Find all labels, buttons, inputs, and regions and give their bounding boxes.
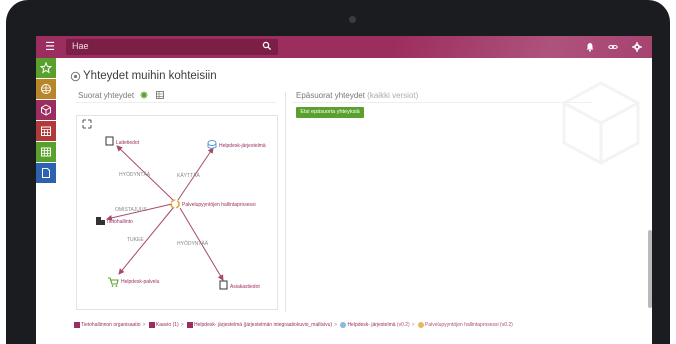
find-indirect-connections-button[interactable]: Etsi epäsuoria yhteyksiä [296,107,364,118]
list-view-icon[interactable] [156,91,164,99]
watermark-cube-icon [562,81,640,165]
graph-node[interactable]: Helpdesk-palvelu [108,277,160,287]
server-icon [41,84,51,94]
app-screen: ☰ Hae Yhteydet muihin kohteisiin Suorat … [36,36,652,344]
edge-label: HYÖDYNTÄÄ [177,240,209,247]
camera-dot [349,16,356,23]
document-icon [219,280,228,290]
top-bar: ☰ Hae [36,36,652,58]
node-label: Helpdesk-järjestelmä [219,143,266,149]
page-title: Yhteydet muihin kohteisiin [83,70,217,82]
graph-canvas: HYÖDYNTÄÄ KÄYTTÄÄ OMISTAJUUS TUKEE HYÖDY… [82,119,266,290]
document-icon [105,136,114,146]
node-label: Helpdesk-palvelu [121,279,160,285]
main-content: Yhteydet muihin kohteisiin Suorat yhteyd… [56,58,652,344]
graph-view-icon[interactable] [140,91,148,99]
database-icon [340,322,347,328]
database-icon [207,140,217,146]
link-icon[interactable] [607,41,619,53]
bell-icon[interactable] [584,41,596,53]
node-label: Laitetiedot [116,140,140,146]
breadcrumb-item[interactable]: Helpdesk- järjestelmä (v0.2) [347,322,409,328]
system-icon [187,322,193,328]
building-icon [96,217,101,225]
sidebar-item-objects[interactable] [36,100,56,120]
graph-node[interactable]: Laitetiedot [105,136,140,146]
breadcrumb-item[interactable]: Kaavio (1) [156,322,179,328]
cart-icon [108,277,119,285]
process-icon [418,322,424,328]
direct-connections-heading: Suorat yhteydet [78,91,135,100]
table-icon [41,147,51,157]
cube-icon [41,104,51,116]
search-input[interactable]: Hae [72,41,89,51]
indirect-connections-heading: Epäsuorat yhteydet (kaikki versiot) [296,91,418,100]
edge-label: HYÖDYNTÄÄ [119,171,151,178]
breadcrumb-item[interactable]: Palvelupyyntöjen hallintaprosessi (v0.2) [425,322,513,328]
graph-node[interactable]: Asiakastiedot [219,280,260,290]
search-box[interactable]: Hae [66,39,278,55]
sidebar-item-calendar[interactable] [36,121,56,141]
menu-icon[interactable]: ☰ [40,39,60,55]
column-divider [285,92,286,312]
center-node[interactable]: Palvelupyyntöjen hallintaprosessi [170,199,256,209]
breadcrumb-item[interactable]: Helpdesk- järjestelmä (järjestelmän inte… [194,322,332,328]
edge-label: OMISTAJUUS [115,207,148,213]
graph-node[interactable]: Helpdesk-järjestelmä [207,140,266,150]
sidebar-item-favorites[interactable] [36,58,56,78]
section-divider [292,102,592,103]
gear-icon[interactable] [631,41,643,53]
sidebar [36,58,56,344]
node-label: Tietohallinto [106,219,133,225]
sidebar-item-tables[interactable] [36,142,56,162]
scrollbar[interactable] [648,230,652,308]
org-icon [74,322,80,328]
indirect-heading-sub: (kaikki versiot) [367,91,419,100]
search-icon[interactable] [262,41,272,51]
indirect-heading-label: Epäsuorat yhteydet [296,91,365,100]
star-icon [40,62,52,74]
connection-graph[interactable]: HYÖDYNTÄÄ KÄYTTÄÄ OMISTAJUUS TUKEE HYÖDY… [76,115,278,310]
node-label: Asiakastiedot [230,284,260,290]
sidebar-item-servers[interactable] [36,79,56,99]
section-divider [76,102,276,103]
breadcrumb: Tietohallinnon organisaatio > Kaavio (1) >… [74,322,634,332]
sidebar-item-documents[interactable] [36,163,56,183]
calendar-grid-icon [41,126,51,136]
graph-node[interactable]: Tietohallinto [96,217,133,225]
edge-label: TUKEE [127,237,144,243]
diagram-icon [148,322,155,328]
fit-graph-icon[interactable] [82,119,92,129]
connections-icon [70,71,81,82]
node-label: Palvelupyyntöjen hallintaprosessi [182,202,256,208]
edge-label: KÄYTTÄÄ [177,172,200,179]
document-icon [42,168,50,178]
breadcrumb-item[interactable]: Tietohallinnon organisaatio [81,322,141,328]
